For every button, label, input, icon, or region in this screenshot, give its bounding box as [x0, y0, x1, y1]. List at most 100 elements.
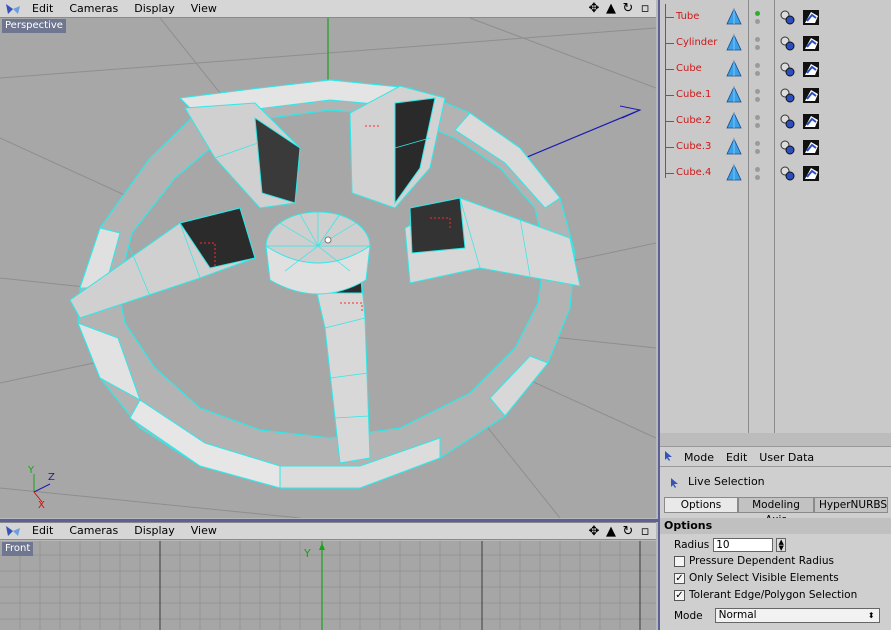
polygon-object-icon[interactable]	[726, 112, 742, 133]
perspective-viewport[interactable]: Perspective Y Z X	[0, 18, 656, 518]
object-row[interactable]: Cube.2	[660, 109, 891, 135]
object-row[interactable]: Tube	[660, 5, 891, 31]
object-manager: Tube Cylinder Cube Cube.1 Cube.2 Cube.3 Cube.4	[658, 0, 891, 433]
tool-name: Live Selection	[688, 475, 765, 488]
rotate-view-icon[interactable]: ↻	[621, 1, 635, 16]
pressure-label: Pressure Dependent Radius	[689, 555, 834, 567]
visible-checkbox[interactable]: ✓	[674, 572, 685, 584]
attr-menu-edit[interactable]: Edit	[720, 451, 753, 464]
visible-row[interactable]: ✓ Only Select Visible Elements	[674, 572, 839, 584]
texture-tag-icon[interactable]	[802, 7, 822, 30]
texture-tag-icon[interactable]	[802, 33, 822, 56]
phong-tag-icon[interactable]	[778, 87, 796, 106]
texture-tag-icon[interactable]	[802, 111, 822, 134]
menu-cameras[interactable]: Cameras	[61, 522, 126, 540]
texture-tag-icon[interactable]	[802, 137, 822, 160]
front-y-axis-label: Y	[304, 547, 311, 560]
attr-menu-user-data[interactable]: User Data	[753, 451, 820, 464]
object-name[interactable]: Cube.1	[676, 88, 711, 102]
phong-tag-icon[interactable]	[778, 61, 796, 80]
front-viewport[interactable]: Front Y	[0, 541, 656, 630]
attr-menu-mode[interactable]: Mode	[678, 451, 720, 464]
tolerant-checkbox[interactable]: ✓	[674, 589, 685, 601]
object-row[interactable]: Cube	[660, 57, 891, 83]
menu-edit[interactable]: Edit	[24, 0, 61, 18]
radius-input[interactable]: 10	[713, 538, 774, 552]
tolerant-row[interactable]: ✓ Tolerant Edge/Polygon Selection	[674, 589, 857, 601]
phong-tag-icon[interactable]	[778, 139, 796, 158]
object-row[interactable]: Cube.3	[660, 135, 891, 161]
phong-tag-icon[interactable]	[778, 165, 796, 184]
menu-view[interactable]: View	[183, 522, 225, 540]
polygon-object-icon[interactable]	[726, 164, 742, 185]
tree-connector	[666, 43, 674, 44]
tab-hypernurbs[interactable]: HyperNURBS	[814, 497, 888, 513]
editor-visibility-dot[interactable]	[755, 89, 760, 94]
pressure-row[interactable]: Pressure Dependent Radius	[674, 555, 834, 567]
render-visibility-dot[interactable]	[755, 45, 760, 50]
render-visibility-dot[interactable]	[755, 123, 760, 128]
maximize-view-icon[interactable]: ▫	[638, 1, 652, 16]
menu-view[interactable]: View	[183, 0, 225, 18]
cursor-arrow-icon	[660, 450, 678, 465]
object-row[interactable]: Cube.4	[660, 161, 891, 187]
editor-visibility-dot[interactable]	[755, 141, 760, 146]
polygon-object-icon[interactable]	[726, 8, 742, 29]
texture-tag-icon[interactable]	[802, 163, 822, 186]
editor-visibility-dot[interactable]	[755, 167, 760, 172]
tab-modeling-axis[interactable]: Modeling Axis	[738, 497, 814, 526]
tolerant-label: Tolerant Edge/Polygon Selection	[689, 589, 858, 601]
move-view-icon[interactable]: ✥	[587, 1, 601, 16]
render-visibility-dot[interactable]	[755, 19, 760, 24]
render-visibility-dot[interactable]	[755, 149, 760, 154]
mode-select[interactable]: Normal ⬍	[714, 608, 880, 623]
polygon-object-icon[interactable]	[726, 34, 742, 55]
tab-options[interactable]: Options	[664, 497, 738, 513]
cinema4d-logo-icon	[2, 523, 24, 539]
render-visibility-dot[interactable]	[755, 97, 760, 102]
editor-visibility-dot[interactable]	[755, 115, 760, 120]
menu-display[interactable]: Display	[126, 0, 183, 18]
polygon-object-icon[interactable]	[726, 138, 742, 159]
editor-visibility-dot[interactable]	[755, 11, 760, 16]
zoom-view-icon[interactable]: ▲	[604, 1, 618, 16]
pressure-checkbox[interactable]	[674, 555, 685, 567]
object-name[interactable]: Cube	[676, 62, 702, 76]
object-row[interactable]: Cube.1	[660, 83, 891, 109]
object-name[interactable]: Cube.3	[676, 140, 711, 154]
texture-tag-icon[interactable]	[802, 85, 822, 108]
render-visibility-dot[interactable]	[755, 71, 760, 76]
texture-tag-icon[interactable]	[802, 59, 822, 82]
phong-tag-icon[interactable]	[778, 113, 796, 132]
polygon-object-icon[interactable]	[726, 60, 742, 81]
perspective-menubar: Edit Cameras Display View ✥ ▲ ↻ ▫	[0, 0, 656, 18]
menu-edit[interactable]: Edit	[24, 522, 61, 540]
tree-connector	[666, 173, 674, 174]
maximize-view-icon[interactable]: ▫	[638, 524, 652, 539]
polygon-object-icon[interactable]	[726, 86, 742, 107]
zoom-view-icon[interactable]: ▲	[604, 524, 618, 539]
object-name[interactable]: Cube.4	[676, 166, 711, 180]
editor-visibility-dot[interactable]	[755, 37, 760, 42]
rotate-view-icon[interactable]: ↻	[621, 524, 635, 539]
select-arrows-icon: ⬍	[867, 611, 875, 620]
render-visibility-dot[interactable]	[755, 175, 760, 180]
editor-visibility-dot[interactable]	[755, 63, 760, 68]
radius-label: Radius	[674, 539, 710, 551]
object-row[interactable]: Cylinder	[660, 31, 891, 57]
front-menubar: Edit Cameras Display View ✥ ▲ ↻ ▫	[0, 522, 656, 540]
object-name[interactable]: Cube.2	[676, 114, 711, 128]
phong-tag-icon[interactable]	[778, 9, 796, 28]
menu-cameras[interactable]: Cameras	[61, 0, 126, 18]
move-view-icon[interactable]: ✥	[587, 524, 601, 539]
menu-display[interactable]: Display	[126, 522, 183, 540]
live-selection-icon	[670, 477, 680, 492]
object-name[interactable]: Cylinder	[676, 36, 717, 50]
radius-row: Radius 10 ▲ ▼	[674, 538, 787, 552]
tree-connector	[666, 95, 674, 96]
radius-stepper[interactable]: ▲ ▼	[776, 538, 787, 552]
options-section-header: Options	[660, 518, 891, 534]
mode-row: Mode Normal ⬍	[674, 608, 880, 623]
phong-tag-icon[interactable]	[778, 35, 796, 54]
object-name[interactable]: Tube	[676, 10, 699, 24]
